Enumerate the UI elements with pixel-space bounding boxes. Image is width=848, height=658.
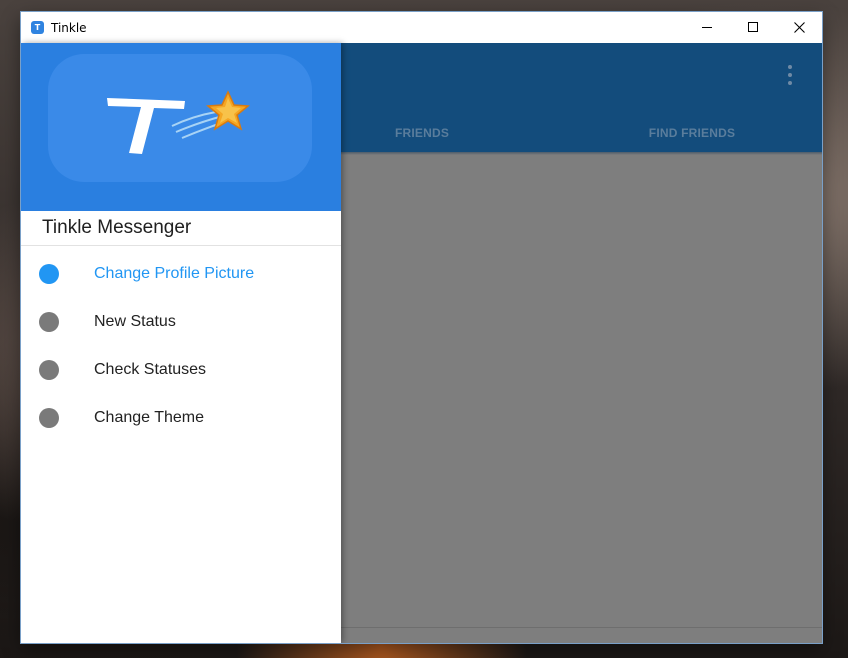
window-controls <box>684 12 822 43</box>
menu-item-label: Change Theme <box>94 409 204 426</box>
navigation-drawer: Tinkle Messenger Change Profile Picture … <box>21 43 341 643</box>
tab-friends[interactable]: FRIENDS <box>361 113 483 152</box>
dot-icon <box>39 408 59 428</box>
menu-item-label: Change Profile Picture <box>94 265 255 282</box>
drawer-divider <box>21 245 341 246</box>
maximize-icon <box>747 22 758 32</box>
menu-item-change-theme[interactable]: Change Theme <box>21 394 341 442</box>
window-title: Tinkle <box>51 20 87 35</box>
minimize-icon <box>701 27 712 28</box>
drawer-header <box>21 43 341 211</box>
more-vert-icon[interactable] <box>782 65 798 85</box>
dot-icon <box>39 264 59 284</box>
tinkle-app-icon: T <box>31 21 44 34</box>
menu-item-change-profile-picture[interactable]: Change Profile Picture <box>21 250 341 298</box>
menu-item-check-statuses[interactable]: Check Statuses <box>21 346 341 394</box>
menu-item-label: New Status <box>94 313 176 330</box>
drawer-app-name: Tinkle Messenger <box>42 217 192 238</box>
maximize-button[interactable] <box>730 12 776 43</box>
dot-icon <box>39 312 59 332</box>
tab-find-friends[interactable]: FIND FRIENDS <box>621 113 763 152</box>
app-content: FRIENDS FIND FRIENDS Tinkle Messenger Ch… <box>21 43 822 643</box>
dot-icon <box>39 360 59 380</box>
logo-box <box>48 54 312 182</box>
menu-item-new-status[interactable]: New Status <box>21 298 341 346</box>
drawer-menu: Change Profile Picture New Status Check … <box>21 250 341 442</box>
title-bar[interactable]: T Tinkle <box>21 12 822 43</box>
close-icon <box>793 22 805 33</box>
app-window: T Tinkle FRIENDS FIND FRIENDS Tinkle Mes… <box>21 12 822 643</box>
tinkle-star-logo <box>107 90 250 154</box>
minimize-button[interactable] <box>684 12 730 43</box>
menu-item-label: Check Statuses <box>94 361 207 378</box>
close-button[interactable] <box>776 12 822 43</box>
content-divider <box>341 627 822 628</box>
